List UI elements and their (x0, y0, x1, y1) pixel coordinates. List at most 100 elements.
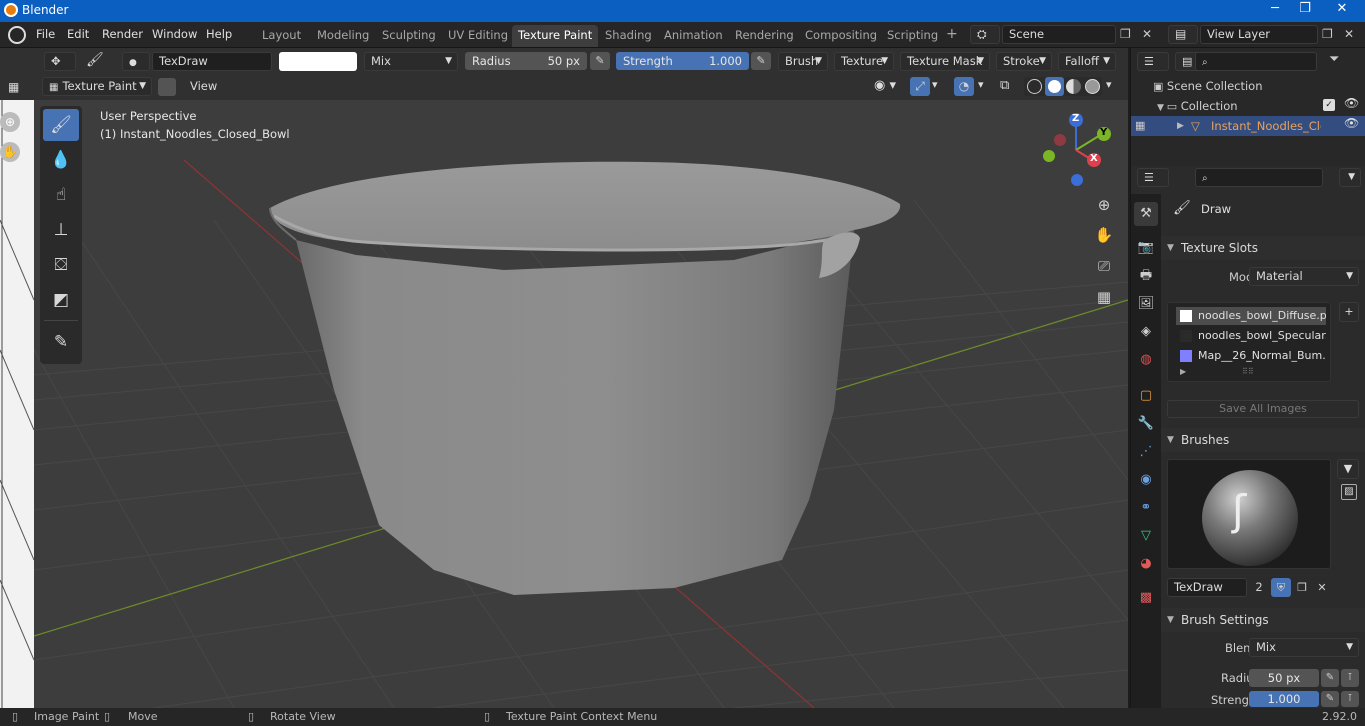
tab-particles-icon[interactable]: ⋰ (1134, 440, 1158, 464)
tab-data-mesh-icon[interactable]: ▽ (1134, 524, 1158, 548)
tab-sculpting[interactable]: Sculpting (376, 25, 442, 47)
tab-tool-icon[interactable]: ⚒ (1134, 202, 1158, 226)
tab-layout[interactable]: Layout (256, 25, 307, 47)
image-editor-preview[interactable]: ⊕ ✋ (0, 100, 34, 708)
texture-slot-diffuse[interactable]: noodles_bowl_Diffuse.p... (1176, 307, 1326, 325)
scene-selector-button[interactable]: ⛭ (970, 25, 1000, 44)
blend-mode-dropdown[interactable]: Mix ▼ (364, 52, 458, 71)
object-row[interactable]: ▦ ▶ ▽ Instant_Noodles_Clos (1131, 116, 1365, 136)
xray-toggle-icon[interactable]: ⧉ (1000, 78, 1009, 93)
slot-list-expand-icon[interactable]: ▶ (1180, 367, 1186, 376)
radius-pressure-toggle-icon[interactable]: ✎ (1321, 669, 1339, 687)
brush-name-field[interactable]: TexDraw (152, 52, 272, 71)
brushes-section-header[interactable]: ▼ Brushes (1161, 428, 1365, 452)
pan-hand-icon[interactable]: ✋ (0, 142, 20, 162)
texture-slot-specular[interactable]: noodles_bowl_Specular.... (1176, 327, 1326, 345)
mask-tool-icon[interactable]: ◩ (43, 284, 79, 316)
tab-animation[interactable]: Animation (658, 25, 729, 47)
collection-checkbox[interactable]: ✓ (1323, 99, 1335, 111)
add-workspace-button[interactable]: + (940, 25, 964, 47)
object-expand-icon[interactable]: ▶ (1177, 116, 1184, 136)
tab-scene-icon[interactable]: ◈ (1134, 320, 1158, 344)
rendered-shading-icon[interactable] (1085, 79, 1100, 94)
radius-slider[interactable]: Radius 50 px (465, 52, 587, 70)
scene-name-field[interactable]: Scene (1002, 25, 1116, 44)
tab-material-icon[interactable]: ◕ (1134, 552, 1158, 576)
tab-uv-editing[interactable]: UV Editing (442, 25, 514, 47)
strength-pressure-icon[interactable]: ✎ (751, 52, 771, 70)
checker-icon[interactable]: ▦ (8, 80, 19, 94)
brush-preview-thumbnail[interactable]: ʃ (1167, 459, 1331, 569)
close-window-button[interactable]: ✕ (1322, 0, 1362, 20)
paint-mask-toggle[interactable] (158, 78, 176, 96)
texture-menu[interactable]: Texture ▼ (834, 52, 894, 71)
3d-viewport[interactable]: User Perspective (1) Instant_Noodles_Clo… (34, 100, 1128, 708)
navigation-gizmo[interactable]: Z Y X (1034, 110, 1114, 190)
slot-list-resize-handle[interactable]: ⠿⠿ (1242, 367, 1254, 376)
tab-world-icon[interactable]: ◍ (1134, 348, 1158, 372)
collection-visibility-eye-icon[interactable]: 👁 (1344, 96, 1359, 110)
properties-options-button[interactable]: ▼ (1339, 168, 1361, 187)
ortho-grid-icon[interactable]: ▦ (1091, 284, 1117, 310)
zoom-view-icon[interactable]: ⊕ (1091, 192, 1117, 218)
outliner-editor-type-button[interactable]: ☰ (1137, 52, 1169, 71)
menu-edit[interactable]: Edit (67, 27, 89, 43)
overlays-toggle-icon[interactable]: ◔ (954, 77, 974, 96)
brush-menu[interactable]: Brush ▼ (778, 52, 828, 71)
brush-user-count[interactable]: 2 (1249, 578, 1269, 597)
tool-dropdown[interactable]: ✥ (44, 52, 76, 71)
strength-pressure-toggle-icon[interactable]: ✎ (1321, 691, 1339, 707)
view-object-types-icon[interactable]: ◉ ▾ (874, 78, 896, 93)
brush-color-swatch[interactable] (279, 52, 357, 71)
radius-pressure-icon[interactable]: ✎ (590, 52, 610, 70)
tab-texture-paint[interactable]: Texture Paint (512, 25, 599, 47)
strength-slider[interactable]: Strength 1.000 (616, 52, 749, 70)
mode-dropdown[interactable]: ▦ Texture Paint ▼ (42, 77, 152, 96)
tab-scripting[interactable]: Scripting (881, 25, 944, 47)
menu-window[interactable]: Window (152, 27, 197, 43)
strength-extra-toggle-icon[interactable]: ⊺ (1341, 691, 1359, 707)
tab-rendering[interactable]: Rendering (729, 25, 800, 47)
duplicate-brush-icon[interactable]: ❐ (1292, 578, 1312, 597)
tab-physics-icon[interactable]: ◉ (1134, 468, 1158, 492)
tab-modifier-wrench-icon[interactable]: 🔧 (1134, 412, 1158, 436)
collection-expand-icon[interactable]: ▼ (1157, 103, 1167, 113)
texture-slots-section-header[interactable]: ▼ Texture Slots (1161, 236, 1365, 260)
blender-menu-icon[interactable] (8, 26, 26, 44)
tab-modeling[interactable]: Modeling (311, 25, 375, 47)
shading-dropdown-icon[interactable]: ▾ (1106, 78, 1112, 91)
smear-tool-icon[interactable]: ☝ (43, 179, 79, 211)
clone-tool-stamp-icon[interactable]: ⊥ (43, 214, 79, 246)
object-visibility-eye-icon[interactable]: 👁 (1344, 116, 1359, 130)
solid-shading-button[interactable] (1045, 77, 1064, 96)
new-view-layer-icon[interactable]: ❐ (1322, 27, 1333, 41)
soften-tool-drop-icon[interactable]: 💧 (43, 144, 79, 176)
gizmo-dropdown-icon[interactable]: ▾ (932, 78, 938, 91)
material-shading-icon[interactable] (1066, 79, 1081, 94)
slot-mode-dropdown[interactable]: Material ▼ (1249, 267, 1359, 286)
menu-render[interactable]: Render (102, 27, 143, 43)
add-texture-slot-button[interactable]: + (1339, 302, 1359, 322)
minimize-button[interactable]: ─ (1260, 0, 1290, 20)
annotate-tool-pen-icon[interactable]: ✎ (43, 326, 79, 358)
menu-help[interactable]: Help (206, 27, 232, 43)
radius-unit-toggle-icon[interactable]: ⊺ (1341, 669, 1359, 687)
overlays-dropdown-icon[interactable]: ▾ (978, 78, 984, 91)
texture-mask-menu[interactable]: Texture Mask ▼ (900, 52, 990, 71)
unlink-brush-icon[interactable]: ✕ (1312, 578, 1332, 597)
properties-search-input[interactable]: ⌕ (1195, 168, 1323, 187)
new-scene-icon[interactable]: ❐ (1120, 27, 1136, 43)
brush-list-dropdown-icon[interactable]: ▼ (1337, 459, 1359, 479)
maximize-button[interactable]: ❐ (1290, 0, 1320, 20)
menu-file[interactable]: File (36, 27, 55, 43)
draw-tool-brush-icon[interactable]: 🖌 (43, 109, 79, 141)
view-layer-selector-button[interactable]: ▤ (1168, 25, 1198, 44)
scene-collection-row[interactable]: ▣ Scene Collection (1153, 76, 1263, 96)
tab-constraints-icon[interactable]: ⚭ (1134, 496, 1158, 520)
brush-strength-field[interactable]: 1.000 (1249, 691, 1319, 707)
tab-shading[interactable]: Shading (599, 25, 658, 47)
tab-render-icon[interactable]: 📷 (1134, 236, 1158, 260)
wireframe-shading-icon[interactable] (1027, 79, 1042, 94)
delete-scene-icon[interactable]: ✕ (1142, 27, 1158, 43)
brush-blend-dropdown[interactable]: Mix ▼ (1249, 638, 1359, 657)
